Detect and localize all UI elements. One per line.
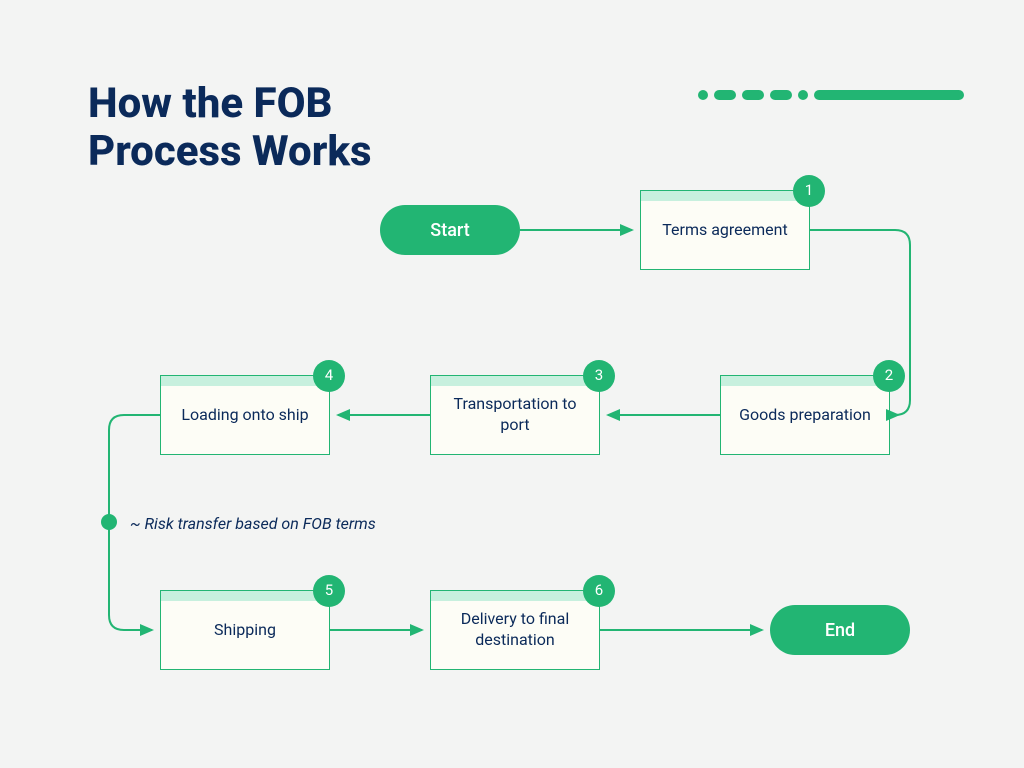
step-badge: 6 (583, 575, 615, 607)
step-label: Shipping (214, 620, 276, 641)
risk-transfer-dot (101, 514, 117, 530)
step-label: Goods preparation (739, 405, 871, 426)
step-badge: 1 (793, 175, 825, 207)
step-label: Transportation to port (441, 394, 589, 436)
step-label: Loading onto ship (181, 405, 308, 426)
step-goods-preparation: 2 Goods preparation (720, 375, 890, 455)
risk-transfer-note: ~ Risk transfer based on FOB terms (130, 514, 376, 533)
step-transportation-port: 3 Transportation to port (430, 375, 600, 455)
step-loading-ship: 4 Loading onto ship (160, 375, 330, 455)
decoration-dashes (698, 90, 964, 100)
step-badge: 2 (873, 360, 905, 392)
diagram-title: How the FOBProcess Works (88, 80, 372, 177)
step-badge: 3 (583, 360, 615, 392)
start-node: Start (380, 205, 520, 255)
step-label: Terms agreement (662, 220, 787, 241)
step-terms-agreement: 1 Terms agreement (640, 190, 810, 270)
step-label: Delivery to final destination (441, 609, 589, 651)
end-node: End (770, 605, 910, 655)
step-delivery-final: 6 Delivery to final destination (430, 590, 600, 670)
end-label: End (825, 620, 855, 641)
step-shipping: 5 Shipping (160, 590, 330, 670)
step-badge: 4 (313, 360, 345, 392)
step-badge: 5 (313, 575, 345, 607)
start-label: Start (430, 220, 469, 241)
